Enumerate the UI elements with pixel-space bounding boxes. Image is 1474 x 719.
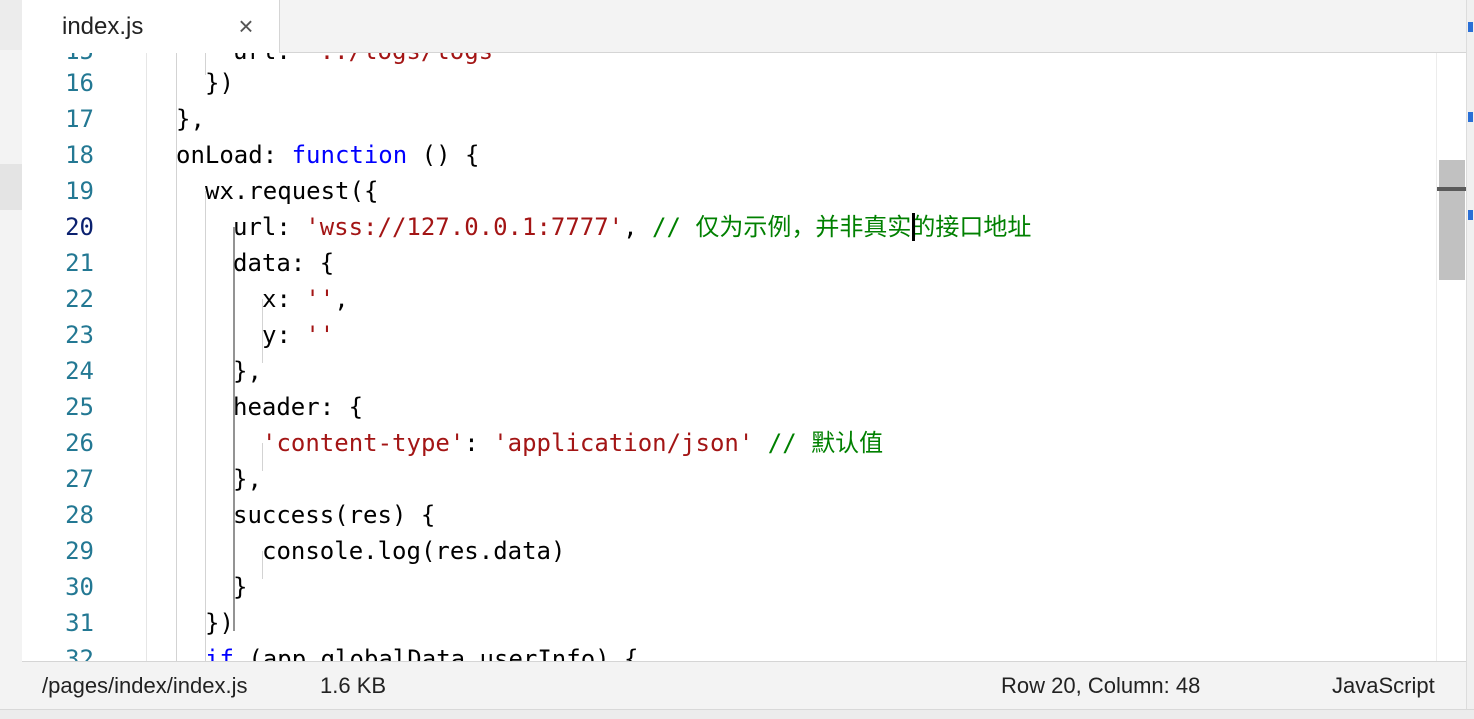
code-area[interactable]: url: '../logs/logs' }) }, onLoad: functi… [22, 53, 1436, 661]
right-edge-panel [1466, 0, 1474, 718]
close-icon[interactable]: × [234, 13, 258, 39]
tab-index-js[interactable]: index.js × [22, 0, 280, 53]
language-mode[interactable]: JavaScript [1332, 673, 1435, 699]
file-size: 1.6 KB [320, 673, 387, 698]
code-line: header: { [233, 393, 364, 421]
code-line: x: '', [262, 285, 349, 313]
tab-title: index.js [62, 13, 144, 40]
code-line: }, [233, 465, 262, 493]
scrollbar-cursor-marker [1437, 187, 1466, 191]
left-edge-marker [0, 164, 22, 210]
code-line: wx.request({ [205, 177, 379, 205]
indent-guide [205, 191, 206, 661]
tab-bar: index.js × [22, 0, 1466, 53]
code-line: onLoad: function () { [176, 141, 480, 169]
code-line: }, [233, 357, 262, 385]
code-editor[interactable]: 15 16 17 18 19 20 21 22 23 24 25 26 27 2… [22, 53, 1466, 661]
vertical-scrollbar[interactable] [1436, 53, 1466, 661]
scrollbar-thumb[interactable] [1439, 160, 1465, 280]
right-edge-marker [1468, 210, 1473, 220]
code-line: }) [205, 69, 234, 97]
status-bar: /pages/index/index.js 1.6 KB Row 20, Col… [22, 661, 1466, 710]
code-line: url: '../logs/logs' [233, 53, 508, 69]
code-line: data: { [233, 249, 335, 277]
code-line: }, [176, 105, 205, 133]
code-line: 'content-type': 'application/json' // 默认… [262, 429, 884, 457]
code-line: if (app.globalData.userInfo) { [205, 645, 639, 661]
left-edge-panel [0, 0, 22, 718]
left-edge-marker [0, 0, 22, 50]
app-window: index.js × 15 16 17 18 19 20 21 22 23 24… [0, 0, 1474, 719]
right-edge-marker [1468, 112, 1473, 122]
text-cursor [912, 213, 915, 241]
code-line: console.log(res.data) [262, 537, 566, 565]
cursor-position[interactable]: Row 20, Column: 48 [1001, 673, 1200, 699]
code-line: }) [205, 609, 234, 637]
right-edge-marker [1468, 22, 1473, 32]
file-path: /pages/index/index.js [42, 673, 248, 698]
code-line: success(res) { [233, 501, 436, 529]
code-line: } [233, 573, 248, 601]
code-line: y: '' [262, 321, 335, 349]
